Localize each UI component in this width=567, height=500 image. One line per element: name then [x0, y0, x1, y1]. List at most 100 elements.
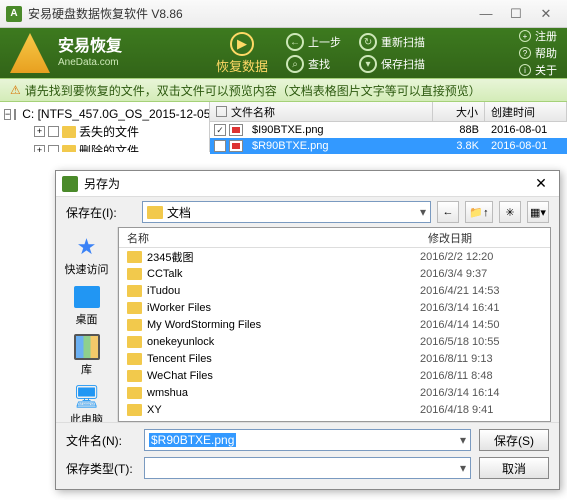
save-button[interactable]: 保存(S) [479, 429, 549, 451]
about-link[interactable]: i关于 [519, 62, 557, 78]
brand-cn: 安易恢复 [58, 37, 122, 56]
view-button[interactable]: ▦▾ [527, 201, 549, 223]
browser-row[interactable]: Youku Files2016/5/18 14:44 [119, 418, 550, 421]
plus-icon: + [519, 30, 531, 42]
warning-icon: ⚠ [10, 83, 21, 97]
place-pc[interactable]: 🖥此电脑 [68, 381, 105, 422]
library-icon [71, 333, 103, 361]
browser-col-date[interactable]: 修改日期 [420, 228, 550, 247]
browser-row[interactable]: XY2016/4/18 9:41 [119, 401, 550, 418]
place-library[interactable]: 库 [69, 331, 105, 379]
brand-en: AneData.com [58, 57, 122, 69]
browser-row[interactable]: My WordStorming Files2016/4/14 14:50 [119, 316, 550, 333]
recover-button[interactable]: ▶ 恢复数据 [216, 32, 268, 75]
filetype-input[interactable] [144, 457, 471, 479]
tree-root[interactable]: −C: [NTFS_457.0G_OS_2015-12-05] [4, 106, 205, 122]
checkbox[interactable] [48, 145, 59, 152]
place-quick[interactable]: ★快速访问 [63, 231, 111, 279]
folder-icon [127, 319, 142, 331]
browser-row[interactable]: wmshua2016/3/14 16:14 [119, 384, 550, 401]
place-desktop[interactable]: 桌面 [69, 281, 105, 329]
folder-icon [127, 302, 142, 314]
save-icon: ▾ [359, 55, 377, 73]
folder-icon [62, 145, 76, 153]
logo-icon [10, 33, 50, 73]
filename-label: 文件名(N): [66, 432, 136, 449]
dialog-icon [62, 176, 78, 192]
filename-input[interactable]: $R90BTXE.png [144, 429, 471, 451]
col-name[interactable]: 文件名称 [231, 104, 275, 120]
col-date[interactable]: 创建时间 [485, 102, 567, 121]
folder-icon [127, 387, 142, 399]
file-row[interactable]: $R90BTXE.png3.8K2016-08-01 [210, 138, 567, 154]
rescan-button[interactable]: ↻重新扫描 [359, 33, 425, 51]
minimize-button[interactable]: — [471, 4, 501, 24]
file-browser[interactable]: 名称 修改日期 2345截图2016/2/2 12:20CCTalk2016/3… [118, 227, 551, 422]
refresh-icon: ↻ [359, 33, 377, 51]
pc-icon: 🖥 [71, 383, 103, 411]
browser-row[interactable]: WeChat Files2016/8/11 8:48 [119, 367, 550, 384]
browser-row[interactable]: CCTalk2016/3/4 9:37 [119, 265, 550, 282]
dialog-titlebar: 另存为 ✕ [56, 171, 559, 197]
browser-row[interactable]: iTudou2016/4/21 14:53 [119, 282, 550, 299]
save-dialog: 另存为 ✕ 保存在(I): 文档 ← 📁↑ ✳ ▦▾ ★快速访问 桌面 库 🖥此… [55, 170, 560, 490]
image-icon [229, 124, 243, 136]
tree-item[interactable]: +丢失的文件 [4, 122, 205, 141]
savein-combo[interactable]: 文档 [142, 201, 431, 223]
savescan-button[interactable]: ▾保存扫描 [359, 55, 425, 73]
file-row[interactable]: ✓$I90BTXE.png88B2016-08-01 [210, 122, 567, 138]
places-bar: ★快速访问 桌面 库 🖥此电脑 🖧网络 [56, 227, 118, 422]
folder-icon [62, 126, 76, 138]
app-icon: A [6, 6, 22, 22]
maximize-button[interactable]: ☐ [501, 4, 531, 24]
checkbox-all[interactable] [216, 106, 227, 117]
browser-row[interactable]: Tencent Files2016/8/11 9:13 [119, 350, 550, 367]
checkbox[interactable] [14, 109, 16, 120]
folder-icon [127, 285, 142, 297]
header: 安易恢复 AneData.com ▶ 恢复数据 ←上一步 ⌕查找 ↻重新扫描 ▾… [0, 28, 567, 78]
newfolder-button[interactable]: ✳ [499, 201, 521, 223]
info-icon: i [519, 64, 531, 76]
image-icon [229, 140, 243, 152]
brand: 安易恢复 AneData.com [58, 37, 122, 68]
back-icon: ← [286, 33, 304, 51]
desktop-icon [71, 283, 103, 311]
find-button[interactable]: ⌕查找 [286, 55, 341, 73]
quick-icon: ★ [71, 233, 103, 261]
expand-icon[interactable]: + [34, 126, 45, 137]
collapse-icon[interactable]: − [4, 109, 11, 120]
folder-icon [127, 353, 142, 365]
col-size[interactable]: 大小 [433, 102, 485, 121]
folder-icon [127, 336, 142, 348]
back-button[interactable]: ← [437, 201, 459, 223]
dialog-close-button[interactable]: ✕ [529, 175, 553, 192]
close-button[interactable]: ✕ [531, 4, 561, 24]
filetype-label: 保存类型(T): [66, 460, 136, 477]
search-icon: ⌕ [286, 55, 304, 73]
window-title: 安易硬盘数据恢复软件 V8.86 [28, 5, 471, 22]
up-button[interactable]: 📁↑ [465, 201, 493, 223]
expand-icon[interactable]: + [34, 145, 45, 152]
tree-item[interactable]: +删除的文件 [4, 141, 205, 152]
prev-button[interactable]: ←上一步 [286, 33, 341, 51]
folder-icon [127, 268, 142, 280]
help-link[interactable]: ?帮助 [519, 45, 557, 61]
browser-row[interactable]: iWorker Files2016/3/14 16:41 [119, 299, 550, 316]
browser-col-name[interactable]: 名称 [119, 228, 420, 247]
checkbox[interactable]: ✓ [214, 124, 226, 136]
folder-tree[interactable]: −C: [NTFS_457.0G_OS_2015-12-05] +丢失的文件 +… [0, 102, 210, 152]
infobar-text: 请先找到要恢复的文件，双击文件可以预览内容（文档表格图片文字等可以直接预览） [25, 82, 481, 99]
folder-icon [147, 206, 163, 219]
savein-label: 保存在(I): [66, 204, 136, 221]
dialog-title: 另存为 [84, 175, 529, 192]
file-list-header: 文件名称 大小 创建时间 [210, 102, 567, 122]
browser-row[interactable]: 2345截图2016/2/2 12:20 [119, 248, 550, 265]
titlebar: A 安易硬盘数据恢复软件 V8.86 — ☐ ✕ [0, 0, 567, 28]
recover-icon: ▶ [230, 32, 254, 56]
checkbox[interactable] [214, 140, 226, 152]
infobar: ⚠ 请先找到要恢复的文件，双击文件可以预览内容（文档表格图片文字等可以直接预览） [0, 78, 567, 102]
register-link[interactable]: +注册 [519, 28, 557, 44]
browser-row[interactable]: onekeyunlock2016/5/18 10:55 [119, 333, 550, 350]
checkbox[interactable] [48, 126, 59, 137]
cancel-button[interactable]: 取消 [479, 457, 549, 479]
